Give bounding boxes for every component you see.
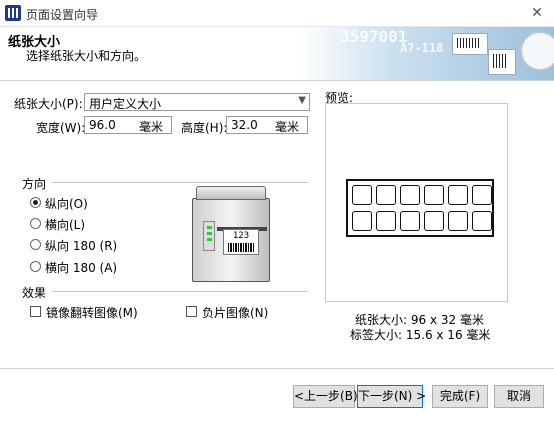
radio-label: 纵向 180 (R) [45,239,118,253]
height-field[interactable]: 32.0 毫米 [226,116,308,134]
label-cell [400,185,420,205]
width-field[interactable]: 96.0 毫米 [84,116,172,134]
banner-label-icon [488,49,516,75]
orientation-portrait-radio[interactable]: 纵向(O) [30,195,120,211]
height-value: 32.0 [231,118,258,132]
label-cell [376,185,396,205]
paper-size-select[interactable]: 用户定义大小 ▼ [84,93,310,111]
label-size-info: 标签大小: 15.6 x 16 毫米 [350,328,491,342]
label-roll-preview [346,179,494,237]
orientation-section-label: 方向 [22,177,47,191]
chevron-down-icon: ▼ [298,95,306,106]
printer-label-text: 123 [232,231,250,241]
banner-disc-icon [520,31,554,71]
checkbox-box [30,306,41,317]
finish-button[interactable]: 完成(F) [432,385,488,408]
orientation-portrait-180-radio[interactable]: 纵向 180 (R) [30,237,120,253]
window-title: 页面设置向导 [26,8,99,22]
printer-icon: 123 [192,186,270,282]
label-cell [472,211,492,231]
orientation-landscape-radio[interactable]: 横向(L) [30,216,120,232]
label-cell [448,211,468,231]
wizard-header: 3597001 A7-118 纸张大小 选择纸张大小和方向。 [0,27,554,81]
radio-dot [30,197,41,208]
section-divider [52,291,308,292]
label-cell [472,185,492,205]
width-value: 96.0 [89,118,116,132]
label-cell [448,185,468,205]
banner-text: 3597001 [340,27,408,46]
radio-label: 横向(L) [45,218,86,232]
height-label: 高度(H): [181,121,228,135]
paper-size-value: 用户定义大小 [89,97,162,111]
back-button[interactable]: <上一步(B) [293,385,358,408]
preview-pane [325,103,508,302]
width-label: 宽度(W): [36,121,86,135]
label-cell [352,211,372,231]
next-button[interactable]: 下一步(N) > [357,385,426,408]
checkbox-label: 镜像翻转图像(M) [46,306,138,320]
negative-image-checkbox[interactable]: 负片图像(N) [186,304,276,320]
mirror-image-checkbox[interactable]: 镜像翻转图像(M) [30,304,140,320]
radio-dot [30,239,41,250]
banner-label-icon [452,33,488,55]
header-banner-image: 3597001 A7-118 [300,27,554,80]
paper-size-label: 纸张大小(P): [14,97,83,111]
label-cell [376,211,396,231]
label-cell [352,185,372,205]
orientation-landscape-180-radio[interactable]: 横向 180 (A) [30,259,120,275]
radio-dot [30,261,41,272]
close-button[interactable]: ✕ [526,3,548,23]
footer-divider [0,368,554,369]
cancel-button[interactable]: 取消 [494,385,544,408]
radio-label: 横向 180 (A) [45,261,118,275]
width-unit: 毫米 [138,120,163,134]
section-divider [52,182,308,183]
checkbox-box [186,306,197,317]
radio-label: 纵向(O) [45,197,88,211]
printer-label: 123 [223,229,259,255]
label-cell [400,211,420,231]
banner-text: A7-118 [400,41,444,55]
effects-section-label: 效果 [22,286,47,300]
checkbox-label: 负片图像(N) [202,306,269,320]
label-cell [424,185,444,205]
page-subtitle: 选择纸张大小和方向。 [26,49,147,63]
radio-dot [30,218,41,229]
window-titlebar: 页面设置向导 ✕ [0,0,554,27]
app-icon [5,5,21,21]
height-unit: 毫米 [274,120,299,134]
label-cell [424,211,444,231]
